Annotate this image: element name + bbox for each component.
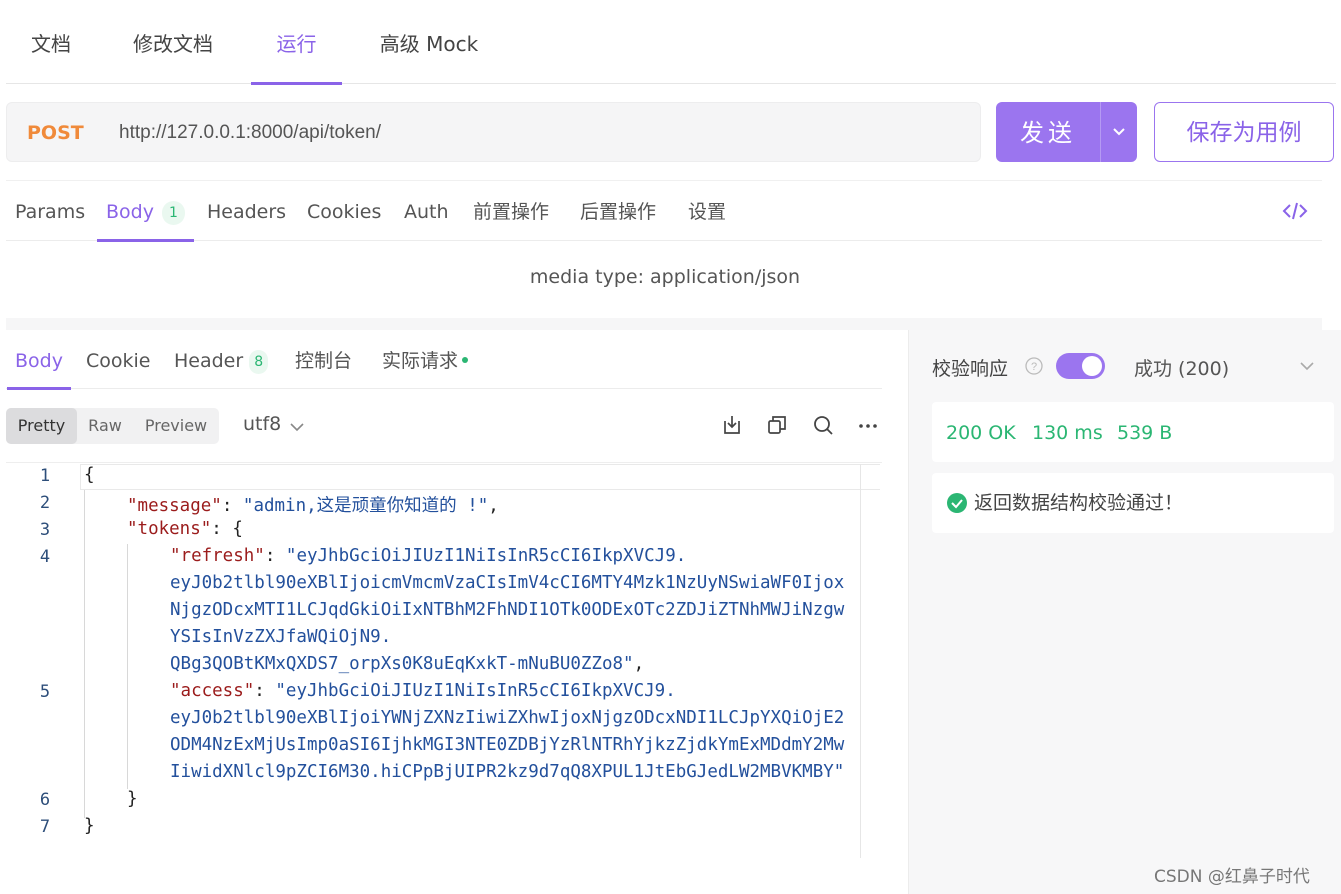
tab-body[interactable]: Body 1	[97, 181, 194, 242]
code-open-brace: {	[84, 465, 95, 485]
media-type-label: media type: application/json	[529, 266, 801, 288]
status-dot	[462, 356, 469, 363]
tab-pre-actions[interactable]: 前置操作	[473, 181, 549, 241]
tab-cookies[interactable]: Cookies	[307, 181, 381, 241]
response-tab-cookie[interactable]: Cookie	[86, 331, 151, 389]
line-number: 4	[39, 547, 51, 567]
status-code: 200 OK	[946, 422, 1016, 444]
response-tab-bar: Body Cookie Header 8 控制台 实际请求	[6, 331, 882, 390]
tab-advanced-mock[interactable]: 高级 Mock	[374, 0, 484, 84]
view-mode-raw[interactable]: Raw	[77, 408, 133, 444]
chevron-down-icon[interactable]	[288, 418, 306, 436]
indent-guide	[127, 544, 128, 789]
body-count-badge: 1	[161, 200, 185, 225]
line-number: 6	[39, 790, 51, 810]
line-number: 3	[39, 520, 51, 540]
more-icon[interactable]	[856, 413, 880, 437]
save-as-case-button[interactable]: 保存为用例	[1154, 102, 1334, 162]
response-time: 130 ms	[1032, 422, 1103, 444]
code-close-brace: }	[127, 789, 138, 809]
watermark: CSDN @红鼻子时代	[1154, 867, 1310, 887]
editor-right-border	[860, 464, 861, 858]
search-icon[interactable]	[811, 413, 835, 437]
line-number: 7	[39, 817, 51, 837]
request-panel-bottom	[6, 318, 1322, 330]
validate-response-label: 校验响应	[932, 358, 1009, 380]
tab-edit-docs[interactable]: 修改文档	[128, 0, 218, 84]
code-line-refresh: "refresh": "eyJhbGciOiJIUzI1NiIsInR5cCI6…	[170, 546, 687, 566]
chevron-down-icon[interactable]	[1297, 356, 1317, 376]
response-stats-card: 200 OK 130 ms 539 B	[932, 402, 1334, 462]
code-wrap-line: IiwidXNlcl9pZCI6M30.hiCPpBjUIPR2kz9d7qQ8…	[170, 762, 845, 782]
tab-params[interactable]: Params	[15, 181, 85, 241]
help-icon[interactable]: ?	[1024, 356, 1044, 376]
json-string: "eyJhbGciOiJIUzI1NiIsInR5cCI6IkpXVCJ9.	[275, 681, 676, 701]
json-string: "eyJhbGciOiJIUzI1NiIsInR5cCI6IkpXVCJ9.	[285, 546, 687, 566]
tab-body-label: Body	[106, 201, 154, 223]
view-mode-preview[interactable]: Preview	[133, 408, 219, 444]
json-key: "access"	[170, 681, 255, 701]
validation-result-text: 返回数据结构校验通过！	[974, 492, 1184, 514]
json-string: "admin,这是顽童你知道的 !"	[242, 496, 489, 516]
line-number: 2	[39, 493, 51, 513]
json-key: "message"	[127, 496, 222, 516]
code-wrap-line: eyJ0b2tlbl90eXBlIjoiYWNjZXNzIiwiZXhwIjox…	[170, 708, 845, 728]
tab-settings[interactable]: 设置	[688, 181, 726, 241]
url-input[interactable]	[119, 103, 959, 163]
response-size: 539 B	[1117, 422, 1173, 444]
tab-headers[interactable]: Headers	[207, 181, 286, 241]
active-line-highlight	[80, 464, 880, 490]
validate-toggle[interactable]	[1056, 353, 1105, 379]
indent-guide	[84, 490, 85, 818]
tab-run[interactable]: 运行	[251, 0, 342, 85]
toggle-knob	[1082, 356, 1102, 376]
code-line-message: "message": "admin,这是顽童你知道的 !",	[127, 496, 499, 516]
tab-post-actions[interactable]: 后置操作	[580, 181, 656, 241]
code-wrap-line: NjgzODcxMTI1LCJqdGkiOiIxNTBhM2FhNDI1OTk0…	[170, 600, 845, 620]
response-tab-body[interactable]: Body	[7, 331, 71, 390]
svg-text:?: ?	[1031, 361, 1037, 373]
code-wrap-line: YSIsInVzZXJfaWQiOjN9.	[170, 627, 392, 647]
json-key: "refresh"	[170, 546, 265, 566]
response-tab-actual-request[interactable]: 实际请求	[382, 331, 469, 389]
code-wrap-line: eyJ0b2tlbl90eXBlIjoicmVmcmVzaCIsImV4cCI6…	[170, 573, 845, 593]
code-wrap-line: ODM4NzExMjUsImp0aSI6IjhkMGI3NTE0ZDBjYzRl…	[170, 735, 845, 755]
tab-auth[interactable]: Auth	[404, 181, 449, 241]
view-mode-pretty[interactable]: Pretty	[6, 408, 77, 444]
validation-result-card: 返回数据结构校验通过！	[932, 473, 1334, 533]
request-tab-bar: Params Body 1 Headers Cookies Auth 前置操作 后…	[6, 180, 1322, 242]
top-tab-bar: 文档 修改文档 运行 高级 Mock	[6, 0, 1336, 85]
json-key: "tokens"	[127, 519, 212, 539]
response-case-select[interactable]: 成功 (200)	[1134, 354, 1229, 381]
tab-docs[interactable]: 文档	[26, 0, 76, 84]
code-wrap-line: QBg3QOBtKMxQXDS7_orpXs0K8uEqKxkT-mNuBU0Z…	[170, 654, 645, 674]
code-line-tokens: "tokens": {	[127, 519, 243, 539]
method-select[interactable]: POST	[27, 103, 84, 163]
response-tab-console[interactable]: 控制台	[295, 331, 352, 389]
check-circle-icon	[946, 492, 968, 514]
chevron-down-icon	[1113, 128, 1125, 136]
copy-icon[interactable]	[765, 413, 789, 437]
line-number: 5	[39, 682, 51, 702]
send-button[interactable]: 发送	[996, 102, 1137, 162]
response-tab-actual-request-label: 实际请求	[382, 350, 459, 372]
download-icon[interactable]	[720, 413, 744, 437]
code-snippet-icon[interactable]	[1280, 196, 1310, 226]
code-line-access: "access": "eyJhbGciOiJIUzI1NiIsInR5cCI6I…	[170, 681, 676, 701]
view-mode-switch: Pretty Raw Preview	[6, 408, 219, 444]
line-number: 1	[39, 466, 51, 486]
encoding-select[interactable]: utf8	[243, 413, 281, 435]
send-dropdown-button[interactable]	[1101, 102, 1137, 162]
url-bar: POST	[6, 102, 981, 163]
code-close-brace: }	[84, 816, 95, 836]
header-count-badge: 8	[249, 349, 269, 374]
send-button-label: 发送	[1020, 119, 1076, 147]
json-string: QBg3QOBtKMxQXDS7_orpXs0K8uEqKxkT-mNuBU0Z…	[170, 654, 634, 674]
response-tab-header-label: Header	[174, 350, 244, 372]
response-tab-header[interactable]: Header 8	[174, 331, 269, 389]
